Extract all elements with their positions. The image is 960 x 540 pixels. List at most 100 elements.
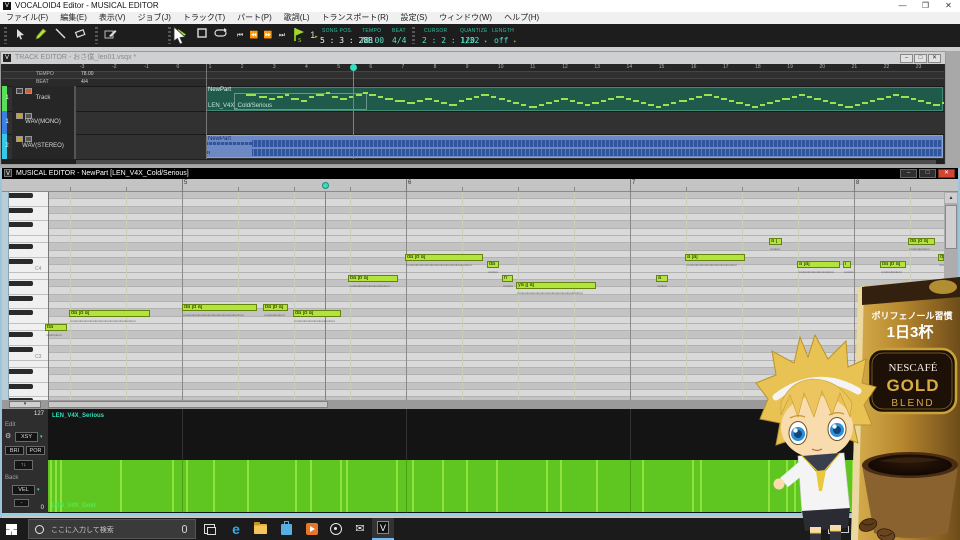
note[interactable]: a [ (769, 238, 782, 245)
note[interactable]: ba [b a] (348, 275, 398, 282)
toolbar-grip[interactable] (95, 27, 98, 44)
piano-key[interactable] (9, 316, 48, 324)
track-editor-maximize-button[interactable]: □ (914, 54, 927, 63)
note[interactable]: da [d a] (908, 238, 935, 245)
tempo-row-value[interactable]: 78.00 (81, 71, 94, 77)
track-start-marker[interactable] (206, 64, 207, 159)
length-select[interactable]: off ▾ (494, 36, 516, 45)
musical-editor-minimize-button[interactable]: – (900, 169, 917, 178)
roll-preset-button[interactable]: ▾ (9, 401, 41, 408)
note[interactable]: ba [b a] (263, 304, 288, 311)
piano-key[interactable] (9, 323, 48, 332)
beat-value[interactable]: 4/4 (392, 36, 406, 45)
bri-button[interactable]: BRI (5, 446, 24, 455)
piano-key[interactable] (9, 272, 48, 280)
gear-icon[interactable]: ⚙ (5, 432, 11, 440)
menu-item-5[interactable]: パート(P) (231, 12, 278, 24)
stop-button[interactable] (194, 28, 210, 43)
tempo-value[interactable]: 78.00 (360, 36, 384, 45)
piano-key[interactable] (9, 213, 48, 222)
piano-key-black[interactable] (9, 207, 33, 213)
updown-button[interactable]: ↑↓ (14, 460, 33, 470)
piano-key[interactable] (9, 250, 48, 258)
vscroll-up-button[interactable]: ▲ (945, 193, 957, 203)
note[interactable]: da [d a] (293, 310, 341, 317)
line-tool-button[interactable] (52, 28, 68, 43)
note[interactable]: da [d a] (69, 310, 150, 317)
piano-key-black[interactable] (9, 222, 33, 228)
piano-key-black[interactable] (9, 332, 33, 338)
vel-select[interactable]: VEL (12, 485, 35, 495)
toolbar-grip[interactable] (412, 27, 415, 44)
musical-editor-maximize-button[interactable]: □ (919, 169, 936, 178)
por-button[interactable]: POR (26, 446, 45, 455)
quantize-select[interactable]: 1/32 ▾ (460, 36, 487, 45)
piano-key[interactable] (9, 353, 48, 361)
note[interactable]: da [d a] (182, 304, 257, 311)
note[interactable]: a [a] (797, 261, 840, 268)
pointer-tool-button[interactable] (12, 28, 28, 43)
search-box[interactable]: ここに入力して検索 (28, 519, 196, 539)
wav-stereo-part[interactable]: NewPart (206, 135, 943, 158)
piano-key-black[interactable] (9, 258, 33, 264)
menu-item-0[interactable]: ファイル(F) (0, 12, 54, 24)
menu-item-9[interactable]: ウィンドウ(W) (433, 12, 498, 24)
video-app-icon[interactable] (306, 523, 318, 535)
pencil-tool-button[interactable] (32, 28, 48, 43)
left-scroll-strip[interactable] (2, 192, 9, 413)
start-marker-button[interactable]: S (290, 28, 306, 44)
menu-item-4[interactable]: トラック(T) (177, 12, 231, 24)
piano-key[interactable] (9, 235, 48, 244)
microphone-icon[interactable] (182, 525, 187, 533)
track-playhead-handle[interactable] (350, 64, 357, 71)
menu-item-7[interactable]: トランスポート(R) (316, 12, 395, 24)
track-ruler[interactable] (2, 64, 944, 71)
track-editor-minimize-button[interactable]: – (900, 54, 913, 63)
piano-key-black[interactable] (9, 368, 33, 374)
forward-to-end-button[interactable]: ⏭ (274, 28, 290, 43)
piano-key[interactable] (9, 375, 48, 383)
piano-key[interactable] (9, 265, 48, 273)
menu-item-2[interactable]: 表示(V) (93, 12, 132, 24)
note[interactable]: ba (45, 324, 67, 331)
piano-key[interactable] (9, 199, 48, 207)
piano-key-black[interactable] (9, 383, 33, 389)
menu-item-6[interactable]: 歌詞(L) (278, 12, 316, 24)
musical-editor-titlebar[interactable]: V MUSICAL EDITOR - NewPart [LEN_V4X_Cold… (2, 168, 958, 179)
note[interactable]: ri (502, 275, 513, 282)
note[interactable]: a (656, 275, 668, 282)
start-button[interactable] (6, 524, 17, 535)
menu-item-3[interactable]: ジョブ(J) (132, 12, 177, 24)
note[interactable]: da (487, 261, 499, 268)
track-editor-titlebar[interactable]: V TRACK EDITOR - おさ僕_len01.vsqx * – □ ✕ (1, 52, 945, 64)
piano-key-black[interactable] (9, 295, 33, 301)
piano-key[interactable] (9, 360, 48, 368)
window-maximize-button[interactable]: ❐ (914, 0, 937, 12)
piano-key-black[interactable] (9, 346, 33, 352)
piano-key-black[interactable] (9, 280, 33, 286)
piano-key-black[interactable] (9, 193, 33, 198)
hscroll-thumb[interactable] (48, 401, 328, 408)
note[interactable]: a [a] (685, 254, 745, 261)
window-minimize-button[interactable]: — (891, 0, 914, 12)
piano-key-black[interactable] (9, 310, 33, 316)
vocaloid-taskbar-button[interactable]: V (372, 518, 394, 540)
window-close-button[interactable]: ✕ (937, 0, 960, 12)
piano-key[interactable] (9, 389, 48, 398)
mail-icon[interactable]: ✉ (353, 522, 367, 536)
piano-key-black[interactable] (9, 244, 33, 250)
note[interactable]: ya [j a] (516, 282, 596, 289)
menu-item-10[interactable]: ヘルプ(H) (498, 12, 545, 24)
store-icon[interactable] (281, 521, 292, 535)
loop-button[interactable] (212, 28, 228, 43)
task-view-button[interactable] (204, 524, 216, 535)
edge-icon[interactable]: e (228, 521, 244, 537)
track-editor-close-button[interactable]: ✕ (928, 54, 941, 63)
note[interactable]: ba [b a] (880, 261, 906, 268)
piano-key[interactable] (9, 338, 48, 346)
xsy-select[interactable]: XSY (15, 432, 38, 442)
piano-ruler[interactable] (2, 179, 958, 192)
piano-key[interactable] (9, 228, 48, 236)
musical-editor-close-button[interactable]: ✕ (938, 169, 955, 178)
note[interactable]: l (843, 261, 851, 268)
